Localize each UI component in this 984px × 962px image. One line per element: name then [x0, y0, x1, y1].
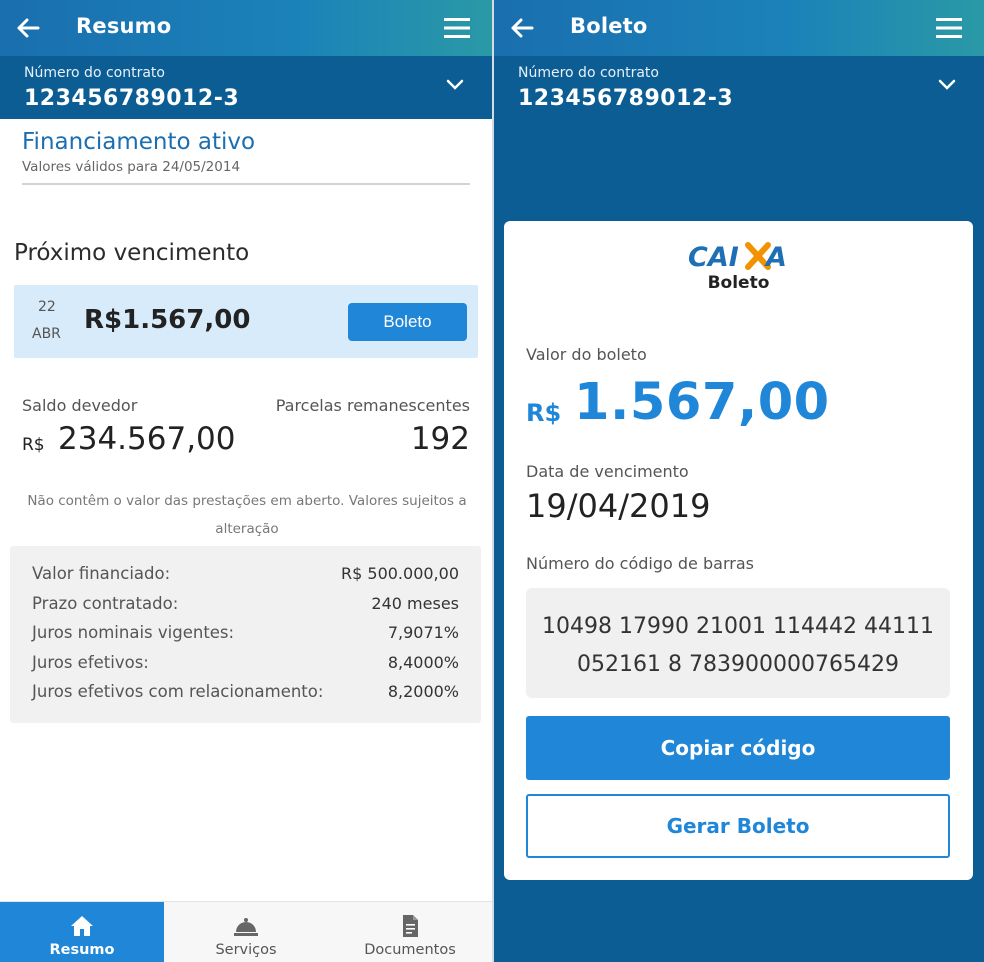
remaining-installments-label: Parcelas remanescentes — [275, 396, 470, 415]
contract-selector[interactable]: Número do contrato 123456789012-3 — [494, 56, 984, 119]
boleto-screen: Boleto Número do contrato 123456789012-3… — [494, 0, 984, 962]
back-arrow-icon[interactable] — [508, 14, 536, 42]
nav-tab-servicos[interactable]: Serviços — [164, 902, 328, 962]
detail-value: R$ 500.000,00 — [341, 564, 459, 583]
contract-label: Número do contrato — [24, 65, 165, 81]
detail-value: 240 meses — [371, 593, 459, 613]
nav-label: Resumo — [49, 942, 115, 958]
financing-title: Financiamento ativo — [22, 129, 256, 155]
bottom-navigation: Resumo Serviços Documentos — [0, 901, 492, 962]
disclaimer-note: Não contêm o valor das prestações em abe… — [27, 493, 467, 537]
detail-value: 8,4000% — [387, 652, 459, 672]
copy-code-button[interactable]: Copiar código — [526, 716, 950, 780]
detail-row: Juros nominais vigentes: 7,9071% — [10, 621, 481, 651]
contract-number: 123456789012-3 — [24, 86, 240, 111]
remaining-installments-value: 192 — [410, 421, 470, 457]
detail-value: 7,9071% — [387, 623, 459, 642]
financing-details: Valor financiado: R$ 500.000,00 Prazo co… — [10, 546, 481, 723]
nav-label: Serviços — [215, 942, 277, 958]
app-bar: Resumo — [0, 0, 492, 56]
caixa-logo-mark: CAI A — [688, 242, 787, 271]
page-title: Resumo — [76, 14, 172, 38]
chevron-down-icon[interactable] — [446, 78, 464, 92]
balance-label: Saldo devedor — [22, 396, 138, 415]
document-icon — [403, 915, 418, 937]
detail-row: Prazo contratado: 240 meses — [10, 592, 481, 622]
balance-currency: R$ — [22, 435, 45, 455]
due-date-label: Data de vencimento — [526, 462, 689, 481]
svg-text:CAI: CAI — [688, 242, 739, 271]
due-month: ABR — [32, 326, 61, 342]
detail-value: 8,2000% — [387, 682, 459, 701]
boleto-button[interactable]: Boleto — [348, 303, 467, 341]
back-arrow-icon[interactable] — [14, 14, 42, 42]
due-day: 22 — [38, 299, 56, 315]
detail-label: Juros efetivos com relacionamento: — [32, 682, 324, 701]
page-title: Boleto — [570, 14, 648, 38]
nav-label: Documentos — [364, 942, 456, 958]
detail-label: Prazo contratado: — [32, 593, 179, 613]
boleto-value-label: Valor do boleto — [526, 345, 647, 364]
detail-row: Juros efetivos: 8,4000% — [10, 651, 481, 681]
contract-selector[interactable]: Número do contrato 123456789012-3 — [0, 56, 492, 119]
detail-label: Valor financiado: — [32, 564, 171, 583]
detail-row: Valor financiado: R$ 500.000,00 — [10, 562, 481, 592]
due-date-value: 19/04/2019 — [526, 487, 711, 525]
detail-label: Juros nominais vigentes: — [32, 623, 235, 642]
boleto-value: 1.567,00 — [574, 373, 830, 432]
contract-label: Número do contrato — [518, 65, 659, 81]
barcode-line: 052161 8 783900000765429 — [577, 652, 899, 677]
home-icon — [71, 916, 93, 936]
barcode-line: 10498 17990 21001 114442 44111 — [542, 614, 934, 639]
nav-tab-documentos[interactable]: Documentos — [328, 902, 492, 962]
due-value: R$1.567,00 — [84, 305, 251, 335]
detail-label: Juros efetivos: — [32, 652, 149, 672]
caixa-logo: CAI A — [504, 239, 973, 271]
card-subtitle: Boleto — [707, 273, 770, 293]
app-bar: Boleto — [494, 0, 984, 56]
generate-boleto-button[interactable]: Gerar Boleto — [526, 794, 950, 858]
service-bell-icon — [234, 918, 258, 936]
balance-value: 234.567,00 — [58, 421, 236, 457]
financing-subtitle: Valores válidos para 24/05/2014 — [22, 159, 241, 175]
hamburger-menu-icon[interactable] — [444, 16, 470, 40]
chevron-down-icon[interactable] — [938, 78, 956, 92]
next-due-card: 22 ABR R$1.567,00 Boleto — [14, 285, 478, 358]
next-due-title: Próximo vencimento — [14, 240, 250, 266]
boleto-value-currency: R$ — [526, 399, 562, 427]
hamburger-menu-icon[interactable] — [936, 16, 962, 40]
nav-tab-resumo[interactable]: Resumo — [0, 902, 164, 962]
divider — [22, 183, 470, 185]
barcode-number-box: 10498 17990 21001 114442 44111 052161 8 … — [526, 588, 950, 698]
detail-row: Juros efetivos com relacionamento: 8,200… — [10, 680, 481, 710]
contract-number: 123456789012-3 — [518, 86, 734, 111]
svg-text:A: A — [764, 242, 787, 271]
boleto-card: CAI A Boleto Valor do boleto R$ 1.567,00… — [504, 221, 973, 880]
barcode-label: Número do código de barras — [526, 554, 754, 573]
resumo-screen: Resumo Número do contrato 123456789012-3… — [0, 0, 492, 962]
